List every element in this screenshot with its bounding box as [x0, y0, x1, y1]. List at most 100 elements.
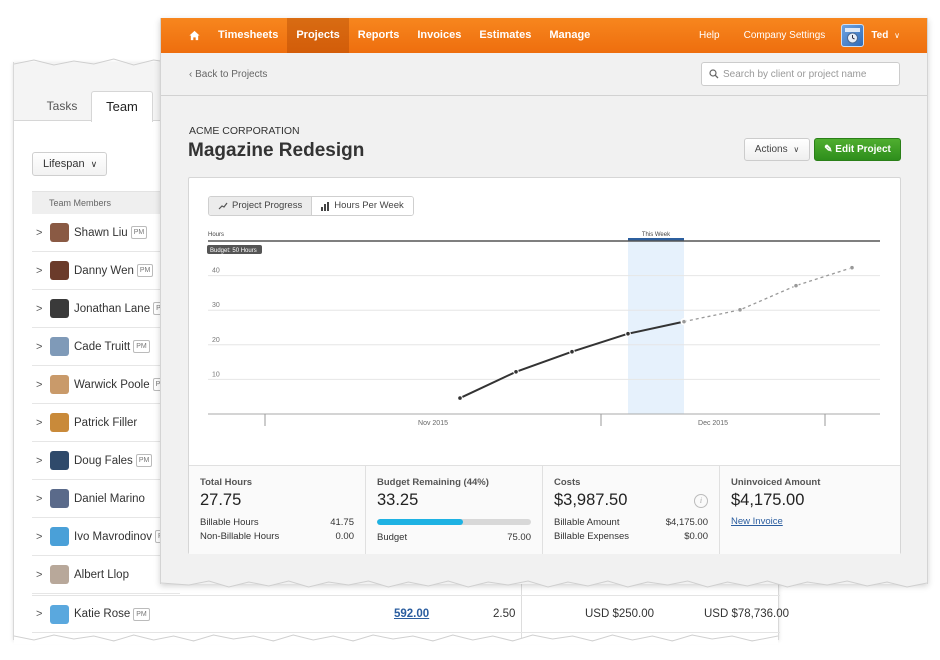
pm-badge: PM: [130, 226, 148, 239]
project-search[interactable]: [701, 62, 900, 86]
hours-per-week-tab[interactable]: Hours Per Week: [312, 197, 413, 215]
data-point-actual: [625, 330, 631, 337]
stat-value: $3,987.50: [554, 491, 628, 509]
chevron-down-icon: ∨: [793, 145, 800, 154]
stat-label: Uninvoiced Amount: [731, 477, 821, 488]
y-tick-label: 40: [212, 268, 220, 275]
help-link[interactable]: Help: [687, 30, 732, 41]
avatar: [50, 375, 69, 394]
this-week-label: This Week: [642, 232, 671, 238]
nav-item-timesheets[interactable]: Timesheets: [209, 18, 287, 53]
team-member-row[interactable]: > Cade Truitt PM: [32, 328, 180, 366]
nav-items: Timesheets Projects Reports Invoices Estimat…: [209, 18, 599, 53]
member-name: Daniel Marino: [74, 492, 145, 505]
stat-detail-row: Billable Hours 41.75: [200, 516, 354, 530]
team-member-row[interactable]: > Daniel Marino: [32, 480, 180, 518]
detail-value: 0.00: [335, 531, 355, 542]
chevron-right-icon[interactable]: >: [36, 569, 50, 581]
x-period-label: Dec 2015: [698, 420, 728, 427]
chevron-right-icon[interactable]: >: [36, 265, 50, 277]
avatar: [50, 299, 69, 318]
team-member-row[interactable]: >Warwick PoolePM: [32, 366, 180, 404]
team-members-header: Team Members: [32, 191, 180, 214]
avatar: [50, 489, 69, 508]
team-member-row[interactable]: >Ivo MavrodinovPM: [32, 518, 180, 556]
nav-item-manage[interactable]: Manage: [540, 18, 599, 53]
lifespan-dropdown[interactable]: Lifespan ∨: [32, 152, 107, 176]
torn-edge-window: [161, 578, 927, 588]
chevron-right-icon[interactable]: >: [36, 341, 50, 353]
team-member-row[interactable]: > Patrick Filler: [32, 404, 180, 442]
trend-line-icon: [218, 202, 228, 210]
member-name: Ivo Mavrodinov: [74, 530, 152, 543]
avatar: [50, 527, 69, 546]
chevron-right-icon[interactable]: >: [36, 379, 50, 391]
detail-value: 75.00: [507, 532, 531, 543]
team-member-row[interactable]: > Doug Fales PM: [32, 442, 180, 480]
nav-item-estimates[interactable]: Estimates: [470, 18, 540, 53]
home-button[interactable]: [179, 18, 209, 53]
x-period-label: Nov 2015: [418, 420, 448, 427]
team-member-row[interactable]: > Danny Wen PM: [32, 252, 180, 290]
chevron-right-icon[interactable]: >: [36, 608, 50, 620]
home-icon: [188, 30, 200, 41]
user-menu[interactable]: Ted ∨: [864, 30, 927, 41]
tab-team[interactable]: Team: [91, 91, 153, 122]
new-invoice-link[interactable]: New Invoice: [731, 516, 783, 527]
hours-link[interactable]: 592.00: [394, 608, 429, 620]
chevron-right-icon[interactable]: >: [36, 531, 50, 543]
company-settings-link[interactable]: Company Settings: [732, 30, 838, 41]
chevron-right-icon[interactable]: >: [36, 455, 50, 467]
pm-badge: PM: [136, 264, 154, 277]
client-name: ACME CORPORATION: [189, 125, 300, 137]
data-point-actual: [569, 348, 575, 355]
project-progress-tab[interactable]: Project Progress: [209, 197, 313, 215]
budget-progress-bar: [377, 519, 531, 525]
team-member-row[interactable]: > Shawn Liu PM: [32, 214, 180, 252]
y-tick-label: 30: [212, 302, 220, 309]
tab-tasks[interactable]: Tasks: [34, 91, 90, 121]
data-point-projected: [681, 318, 687, 325]
tabs-row: Tasks Team: [14, 91, 174, 122]
user-avatar[interactable]: [841, 24, 865, 47]
stat-label: Total Hours: [200, 477, 253, 488]
back-to-projects-link[interactable]: ‹ Back to Projects: [189, 69, 267, 80]
y-tick-label: 20: [212, 337, 220, 344]
chevron-down-icon: ∨: [894, 31, 900, 40]
project-window: Timesheets Projects Reports Invoices Estimat…: [160, 18, 928, 588]
stat-detail-row: Non-Billable Hours 0.00: [200, 530, 354, 544]
team-member-row[interactable]: > Albert Llop: [32, 556, 180, 594]
stat-value: 27.75: [200, 491, 242, 509]
table-row[interactable]: > Katie Rose PM 592.00 2.50 USD $250.00 …: [32, 595, 789, 633]
actions-dropdown-button[interactable]: Actions ∨: [744, 138, 810, 161]
edit-project-label: Edit Project: [835, 144, 891, 155]
stats-row: Total Hours 27.75 Billable Hours 41.75 No…: [189, 465, 900, 554]
lifespan-label: Lifespan: [43, 158, 85, 170]
member-name: Patrick Filler: [74, 416, 138, 429]
info-icon[interactable]: i: [694, 494, 708, 508]
amount-value: USD $250.00: [585, 608, 655, 620]
edit-project-button[interactable]: ✎ Edit Project: [814, 138, 901, 161]
chevron-right-icon[interactable]: >: [36, 417, 50, 429]
chevron-right-icon[interactable]: >: [36, 493, 50, 505]
detail-label: Billable Expenses: [554, 531, 629, 542]
chevron-right-icon[interactable]: >: [36, 303, 50, 315]
stat-uninvoiced: Uninvoiced Amount $4,175.00 New Invoice: [720, 466, 900, 554]
top-navbar: Timesheets Projects Reports Invoices Estimat…: [161, 18, 927, 53]
data-point-projected: [849, 264, 855, 271]
pm-badge: PM: [135, 454, 153, 467]
hours-per-week-label: Hours Per Week: [334, 200, 404, 211]
search-input[interactable]: [723, 68, 893, 80]
stat-costs: Costs $3,987.50 i Billable Amount $4,175.…: [543, 466, 720, 554]
project-progress-chart: This Week 10 20 30 40 Hours Budget: 50 Hours No…: [207, 232, 880, 427]
avatar: [50, 565, 69, 584]
stat-total-hours: Total Hours 27.75 Billable Hours 41.75 No…: [189, 466, 366, 554]
detail-value: $0.00: [684, 531, 708, 542]
team-member-row[interactable]: >Jonathan LanePM: [32, 290, 180, 328]
nav-item-invoices[interactable]: Invoices: [408, 18, 470, 53]
member-name: Katie Rose: [74, 608, 131, 620]
member-name: Danny Wen: [74, 264, 134, 277]
nav-item-projects[interactable]: Projects: [287, 18, 349, 53]
chevron-right-icon[interactable]: >: [36, 227, 50, 239]
nav-item-reports[interactable]: Reports: [349, 18, 409, 53]
